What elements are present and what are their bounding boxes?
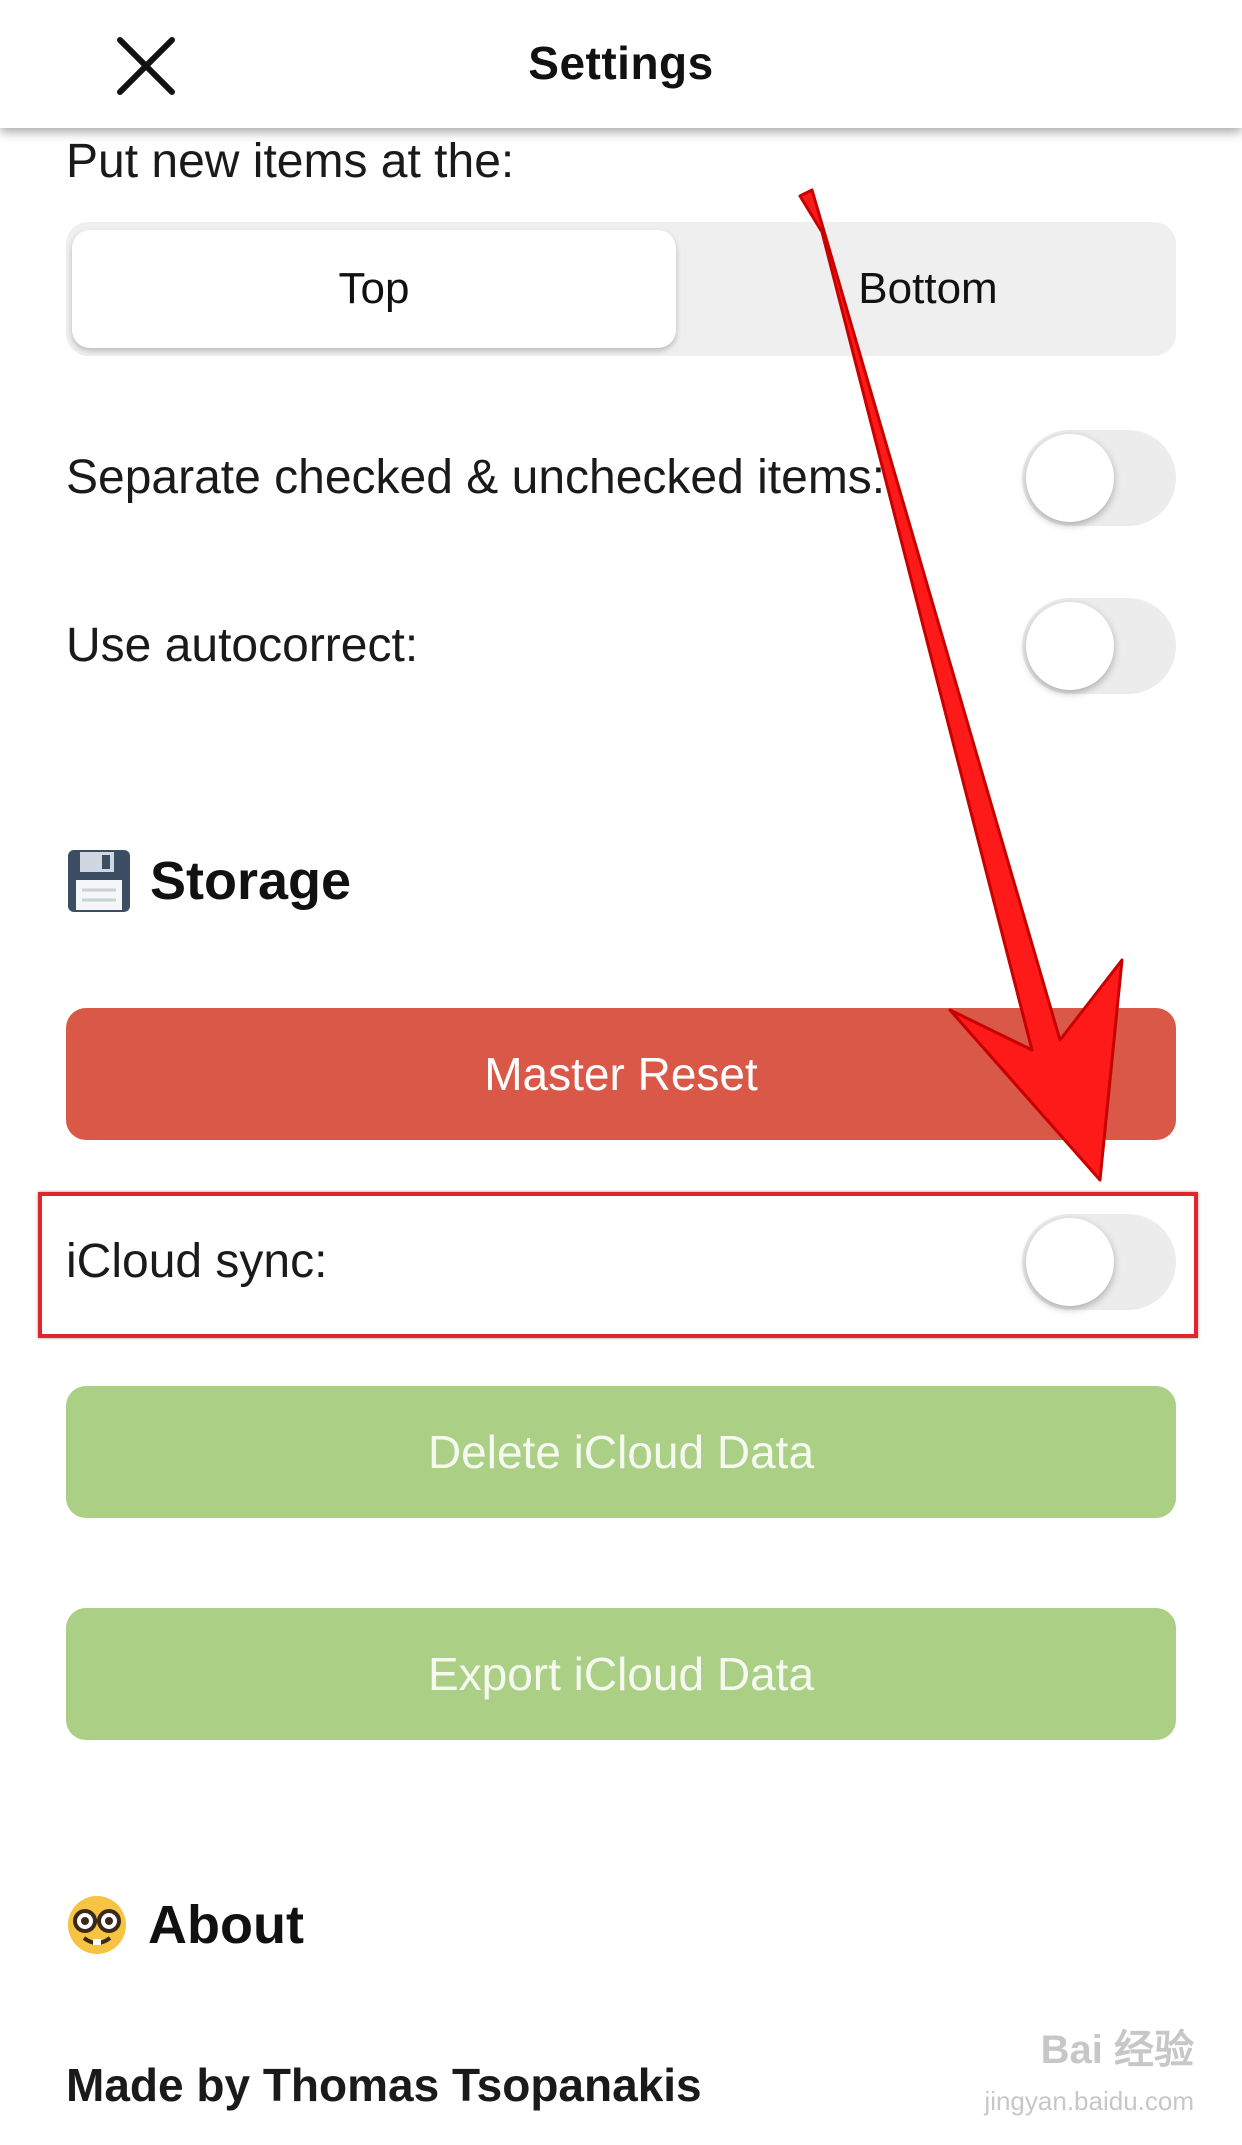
delete-icloud-data-button[interactable]: Delete iCloud Data: [66, 1386, 1176, 1518]
nerd-face-icon: [68, 1896, 126, 1954]
icloud-sync-label: iCloud sync:: [66, 1235, 328, 1288]
segment-bottom[interactable]: Bottom: [686, 230, 1170, 348]
placement-segmented-control: Top Bottom: [66, 222, 1176, 356]
floppy-disk-icon: [68, 850, 130, 912]
autocorrect-label: Use autocorrect:: [66, 619, 419, 672]
placement-label: Put new items at the:: [66, 135, 515, 188]
about-section-title: About: [66, 1894, 304, 1956]
storage-section-title: Storage: [66, 848, 351, 914]
icloud-sync-toggle[interactable]: [1022, 1214, 1176, 1310]
watermark-logo: Bai 经验: [1040, 2028, 1194, 2072]
watermark-url: jingyan.baidu.com: [984, 2086, 1194, 2116]
toggle-knob: [1026, 602, 1114, 690]
master-reset-button[interactable]: Master Reset: [66, 1008, 1176, 1140]
separate-items-label: Separate checked & unchecked items:: [66, 451, 886, 504]
page-title: Settings: [528, 37, 714, 89]
toggle-knob: [1026, 1218, 1114, 1306]
made-by-text: Made by Thomas Tsopanakis: [66, 2059, 702, 2111]
segment-top[interactable]: Top: [72, 230, 676, 348]
export-icloud-data-button[interactable]: Export iCloud Data: [66, 1608, 1176, 1740]
about-title-text: About: [148, 1895, 304, 1955]
toggle-knob: [1026, 434, 1114, 522]
storage-title-text: Storage: [150, 851, 352, 911]
separate-items-toggle[interactable]: [1022, 430, 1176, 526]
navigation-bar: Settings: [0, 0, 1242, 128]
autocorrect-toggle[interactable]: [1022, 598, 1176, 694]
